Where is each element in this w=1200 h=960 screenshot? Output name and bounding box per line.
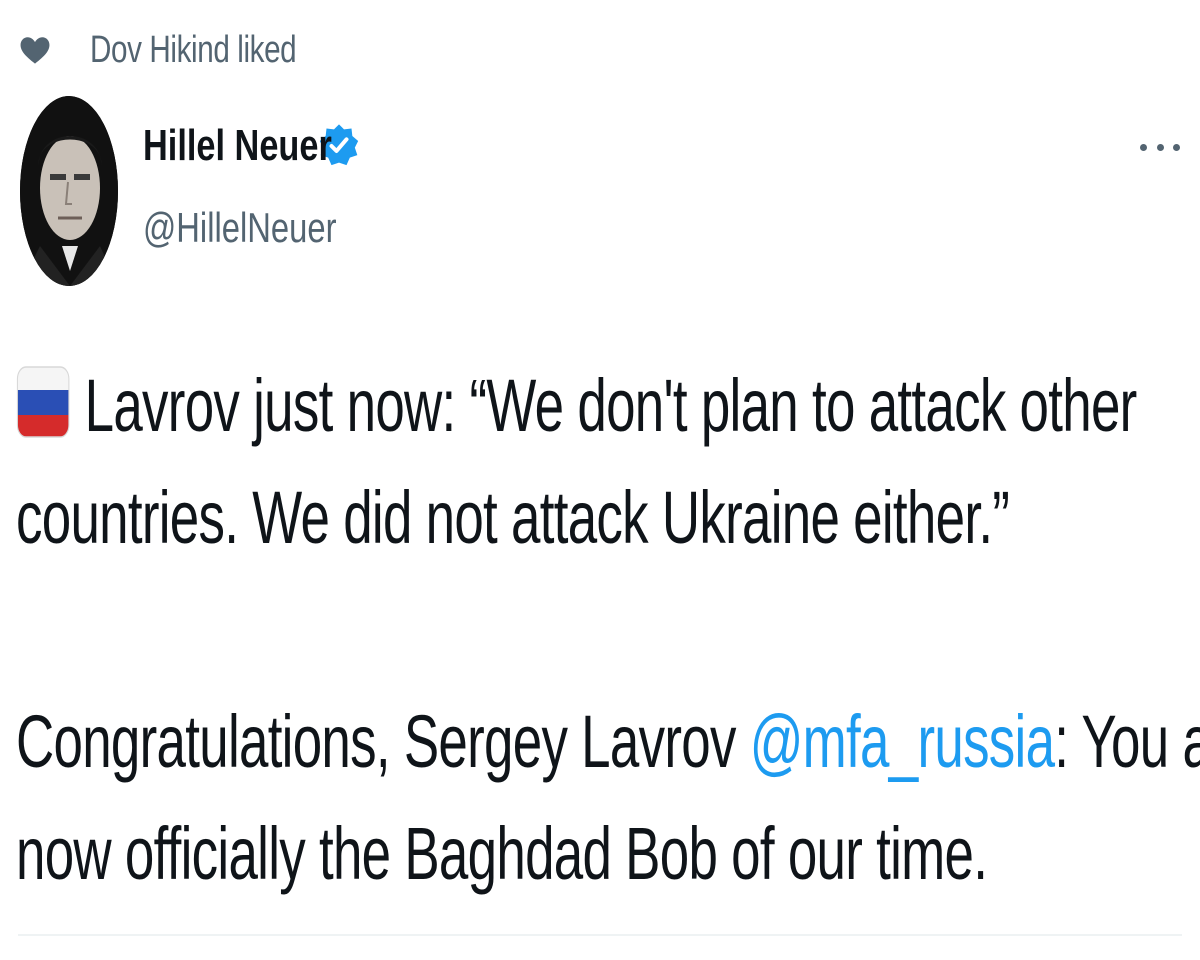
liked-by-text[interactable]: Dov Hikind liked <box>90 29 297 72</box>
tweet-text: Lavrov just now: “We don't plan to attac… <box>16 350 1200 910</box>
author-handle[interactable]: @HillelNeuer <box>143 204 336 252</box>
social-context: Dov Hikind liked <box>18 24 354 76</box>
avatar[interactable] <box>20 96 118 286</box>
more-dot-icon <box>1156 143 1164 151</box>
author-display-name[interactable]: Hillel Neuer <box>143 121 332 171</box>
tweet-line: Congratulations, Sergey Lavrov @mfa_russ… <box>16 686 1200 798</box>
more-options-button[interactable] <box>1140 132 1180 162</box>
author-name-row[interactable]: Hillel Neuer <box>143 116 359 176</box>
tweet-line: Lavrov just now: “We don't plan to attac… <box>16 350 1137 462</box>
tweet-line-3-before: Congratulations, Sergey Lavrov <box>16 700 750 783</box>
divider <box>18 934 1182 936</box>
tweet-line-4-text: now officially the Baghdad Bob of our ti… <box>16 812 988 895</box>
tweet-card[interactable]: Dov Hikind liked Hillel Neuer @HillelNeu… <box>0 0 1200 960</box>
more-dot-icon <box>1173 143 1180 151</box>
more-dot-icon <box>1140 143 1147 151</box>
mention-link[interactable]: @mfa_russia <box>750 700 1055 783</box>
tweet-line-3-after: : You are <box>1054 700 1200 783</box>
russia-flag-icon <box>16 358 70 438</box>
tweet-line-1-text: Lavrov just now: “We don't plan to attac… <box>84 364 1138 447</box>
tweet-line-2-text: countries. We did not attack Ukraine eit… <box>16 476 1010 559</box>
heart-icon <box>18 33 52 67</box>
